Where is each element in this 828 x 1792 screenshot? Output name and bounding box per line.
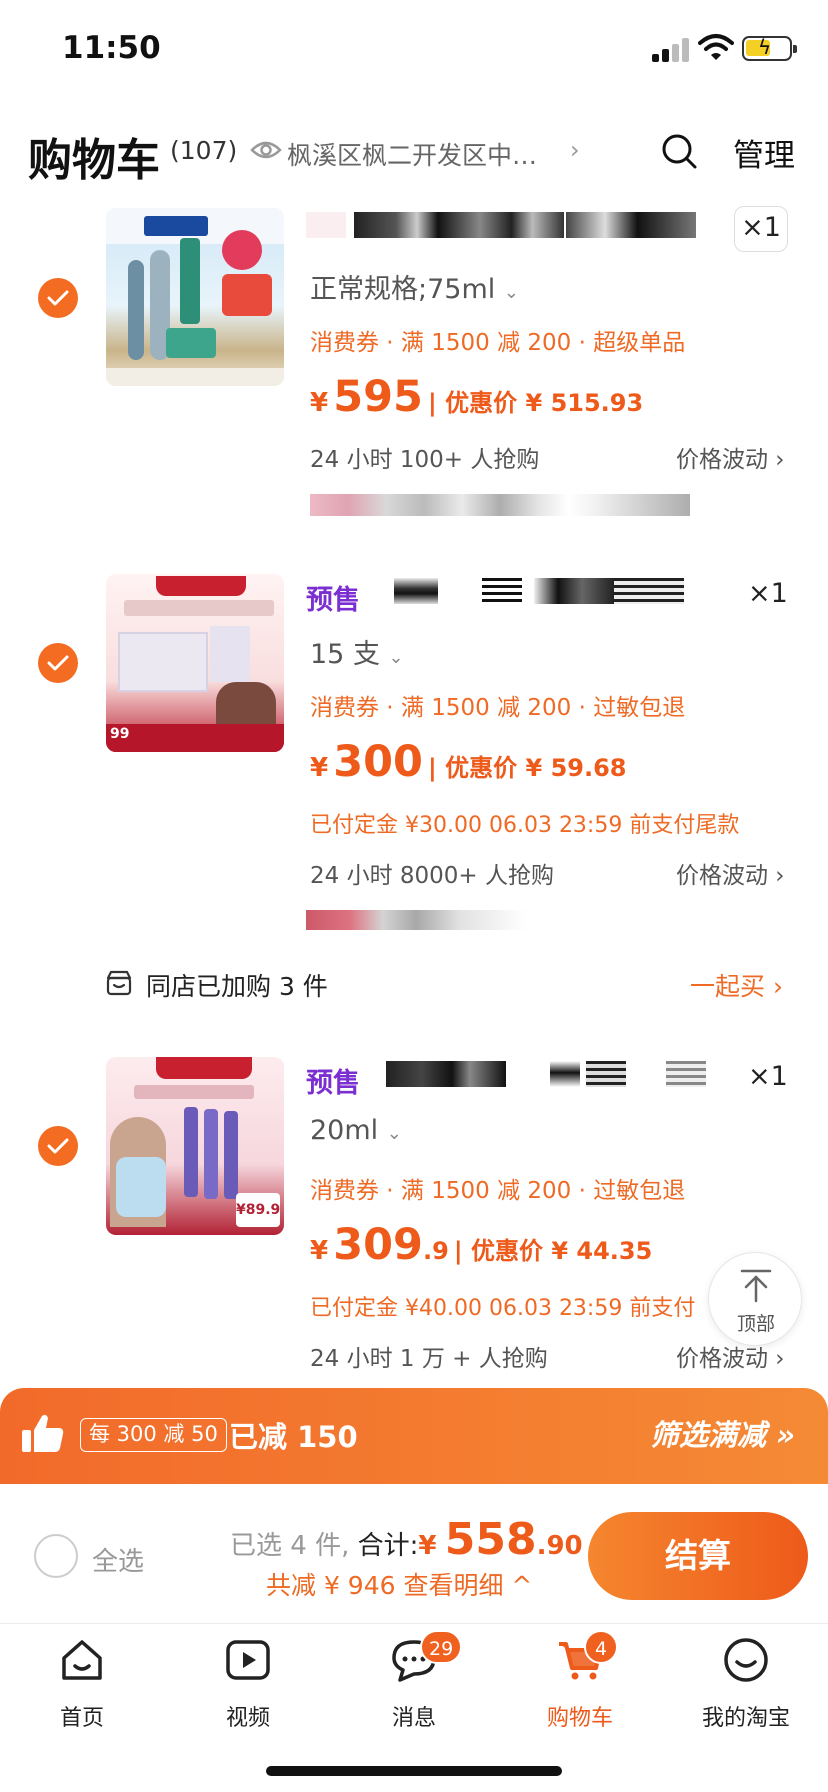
- promo-text: 消费券 · 满 1500 减 200 · 超级单品: [310, 330, 686, 356]
- quantity-label[interactable]: ×1: [748, 1061, 788, 1092]
- cart-badge: 4: [584, 1630, 618, 1664]
- item-title-blurred[interactable]: 预售: [306, 578, 776, 618]
- page-title: 购物车: [28, 135, 160, 186]
- presale-tag: 预售: [306, 585, 360, 616]
- total-summary: 已选 4 件, 合计:¥ 558.90: [230, 1514, 583, 1565]
- cart-count: (107): [170, 136, 238, 165]
- quantity-box[interactable]: ×1: [734, 206, 788, 252]
- price-fluctuation-link[interactable]: 价格波动 ›: [676, 856, 785, 890]
- thumbs-up-icon: [22, 1414, 64, 1452]
- status-time: 11:50: [62, 30, 161, 66]
- product-image[interactable]: [106, 208, 284, 386]
- tab-cart[interactable]: 4 购物车: [520, 1630, 640, 1746]
- back-to-top-button[interactable]: 顶部: [708, 1252, 802, 1346]
- sku-selector[interactable]: 15 支 ⌄: [310, 632, 404, 671]
- tab-label: 视频: [225, 1706, 270, 1731]
- hot-sales-text: 24 小时 8000+ 人抢购: [310, 863, 555, 889]
- view-details-link[interactable]: 共减 ¥ 946 查看明细 ^: [266, 1566, 532, 1602]
- item-tags-blurred: [306, 494, 776, 518]
- signal-icon: [652, 38, 692, 62]
- tab-my-taobao[interactable]: 我的淘宝: [686, 1636, 806, 1746]
- cart-header: 购物车 (107) 枫溪区枫二开发区中… › 管理: [0, 112, 828, 192]
- buy-together-link[interactable]: 一起买 ›: [690, 967, 783, 1003]
- filter-discount-button[interactable]: 筛选满减 »: [650, 1412, 795, 1454]
- search-icon[interactable]: [660, 132, 698, 170]
- reduced-amount: 已减 150: [229, 1420, 358, 1454]
- chevron-down-icon: ⌄: [388, 647, 404, 668]
- product-image[interactable]: ¥89.9: [106, 1057, 284, 1235]
- chevron-right-icon[interactable]: ›: [570, 136, 580, 164]
- select-all-radio[interactable]: [34, 1534, 78, 1578]
- battery-icon: ϟ: [742, 35, 797, 61]
- bottom-tab-bar: 首页 视频 29 消息 4 购物车 我的淘宝: [0, 1624, 828, 1792]
- price-fluctuation-link[interactable]: 价格波动 ›: [676, 440, 785, 474]
- manage-button[interactable]: 管理: [733, 130, 795, 175]
- sku-selector[interactable]: 正常规格;75ml ⌄: [310, 267, 519, 306]
- chevron-down-icon: ⌄: [503, 282, 519, 303]
- product-image[interactable]: 99: [106, 574, 284, 752]
- item-title-blurred[interactable]: 预售: [306, 1061, 776, 1101]
- same-store-text: 同店已加购 3 件: [146, 972, 328, 1001]
- wifi-icon: [698, 34, 734, 60]
- deposit-text: 已付定金 ¥30.00 06.03 23:59 前支付尾款: [310, 813, 740, 838]
- hot-sales-text: 24 小时 100+ 人抢购: [310, 447, 540, 473]
- price-row: ¥ 309.9 | 优惠价 ¥ 44.35: [310, 1220, 653, 1270]
- quantity-label[interactable]: ×1: [748, 578, 788, 609]
- tab-label: 消息: [391, 1706, 436, 1731]
- arrow-up-icon: [740, 1269, 772, 1303]
- tab-messages[interactable]: 29 消息: [354, 1630, 474, 1746]
- discount-rule-badge: 每 300 减 50: [80, 1418, 227, 1452]
- home-indicator: [266, 1766, 562, 1776]
- tab-label: 购物车: [546, 1706, 613, 1731]
- home-icon: [62, 1640, 102, 1680]
- discount-banner[interactable]: 每 300 减 50 已减 150 筛选满减 »: [0, 1388, 828, 1484]
- message-badge: 29: [420, 1630, 463, 1664]
- deposit-text: 已付定金 ¥40.00 06.03 23:59 前支付: [310, 1296, 696, 1321]
- chevron-down-icon: ⌄: [386, 1123, 402, 1144]
- video-icon: [226, 1640, 270, 1680]
- status-bar: 11:50 ϟ: [0, 0, 828, 100]
- item-tags-blurred: [306, 910, 776, 934]
- hot-sales-text: 24 小时 1 万 + 人抢购: [310, 1346, 548, 1372]
- item-title-blurred[interactable]: [306, 212, 776, 252]
- tab-label: 首页: [59, 1706, 104, 1731]
- promo-text: 消费券 · 满 1500 减 200 · 过敏包退: [310, 1178, 686, 1204]
- item-checkbox[interactable]: [38, 1126, 78, 1166]
- item-checkbox[interactable]: [38, 278, 78, 318]
- eye-icon[interactable]: [250, 138, 282, 162]
- promo-text: 消费券 · 满 1500 减 200 · 过敏包退: [310, 695, 686, 721]
- presale-tag: 预售: [306, 1068, 360, 1099]
- tab-video[interactable]: 视频: [188, 1636, 308, 1746]
- tab-home[interactable]: 首页: [22, 1636, 142, 1746]
- select-all-label[interactable]: 全选: [92, 1541, 144, 1578]
- same-store-row: 同店已加购 3 件 一起买 ›: [0, 958, 828, 1008]
- tab-label: 我的淘宝: [701, 1706, 790, 1731]
- price-row: ¥ 300 | 优惠价 ¥ 59.68: [310, 737, 627, 787]
- item-checkbox[interactable]: [38, 643, 78, 683]
- sku-selector[interactable]: 20ml ⌄: [310, 1115, 402, 1146]
- price-row: ¥ 595 | 优惠价 ¥ 515.93: [310, 372, 644, 422]
- checkout-bar: 全选 已选 4 件, 合计:¥ 558.90 共减 ¥ 946 查看明细 ^ 结…: [0, 1484, 828, 1624]
- delivery-address[interactable]: 枫溪区枫二开发区中…: [287, 136, 557, 172]
- back-to-top-label: 顶部: [736, 1313, 775, 1335]
- smile-icon: [724, 1638, 768, 1682]
- checkout-button[interactable]: 结算: [588, 1512, 808, 1600]
- store-icon: [106, 970, 132, 996]
